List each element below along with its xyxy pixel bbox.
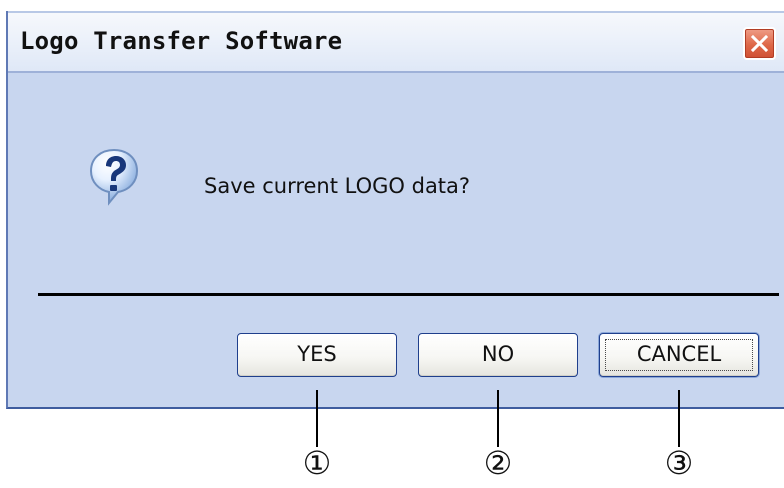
no-callout-number: ② <box>483 444 513 482</box>
logo-transfer-dialog: Logo Transfer Software Save current LOGO… <box>6 11 784 409</box>
cancel-button[interactable]: CANCEL <box>599 333 759 377</box>
yes-callout-number: ① <box>302 444 332 482</box>
yes-callout-line <box>316 390 318 447</box>
no-button[interactable]: NO <box>418 333 578 377</box>
close-icon <box>750 34 769 53</box>
screenshot-canvas: Logo Transfer Software Save current LOGO… <box>0 0 784 488</box>
cancel-callout-number: ③ <box>664 444 694 482</box>
question-icon <box>89 148 139 206</box>
no-callout-line <box>497 390 499 447</box>
cancel-callout-line <box>678 390 680 447</box>
yes-button[interactable]: YES <box>237 333 397 377</box>
close-button[interactable] <box>743 27 776 60</box>
title-bar: Logo Transfer Software <box>8 11 784 73</box>
window-title: Logo Transfer Software <box>20 27 343 55</box>
separator-line <box>38 293 779 296</box>
no-button-label: NO <box>481 342 515 366</box>
cancel-button-label: CANCEL <box>636 342 722 366</box>
yes-button-label: YES <box>297 342 337 366</box>
dialog-message: Save current LOGO data? <box>204 174 471 198</box>
